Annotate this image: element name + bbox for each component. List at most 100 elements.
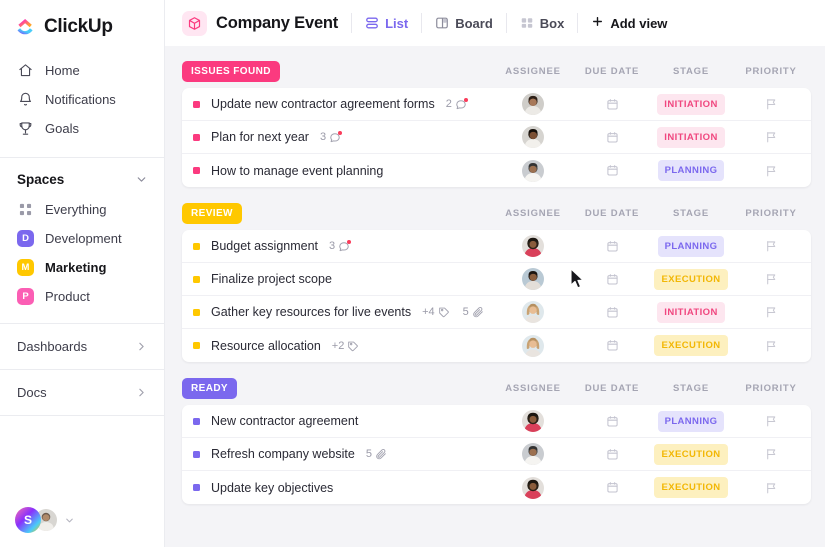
task-status-dot[interactable]	[193, 133, 200, 141]
calendar-icon[interactable]	[606, 448, 619, 461]
due-date-cell[interactable]	[573, 306, 651, 319]
due-date-cell[interactable]	[573, 164, 651, 177]
avatar[interactable]	[522, 410, 544, 432]
avatar[interactable]	[522, 476, 544, 499]
comment-count[interactable]: 3	[329, 240, 352, 252]
task-status-dot[interactable]	[193, 242, 200, 250]
chevron-down-icon[interactable]	[64, 515, 75, 526]
stage-badge[interactable]: EXECUTION	[654, 443, 728, 465]
stage-cell[interactable]: PLANNING	[651, 235, 731, 257]
workspace-avatar[interactable]: S	[15, 507, 41, 533]
column-header-due-date[interactable]: DUE DATE	[573, 66, 651, 77]
task-name[interactable]: Update new contractor agreement forms	[211, 97, 435, 111]
attachment-count[interactable]: 5	[366, 448, 387, 460]
priority-cell[interactable]	[731, 239, 811, 253]
stage-badge[interactable]: INITIATION	[657, 126, 725, 148]
task-name[interactable]: Update key objectives	[211, 481, 333, 495]
calendar-icon[interactable]	[606, 98, 619, 111]
assignee-cell[interactable]	[493, 126, 573, 148]
due-date-cell[interactable]	[573, 98, 651, 111]
task-name[interactable]: Gather key resources for live events	[211, 305, 411, 319]
task-status-dot[interactable]	[193, 100, 200, 108]
flag-icon[interactable]	[765, 130, 778, 144]
due-date-cell[interactable]	[573, 240, 651, 253]
assignee-cell[interactable]	[493, 159, 573, 182]
due-date-cell[interactable]	[573, 415, 651, 428]
sidebar-item-everything[interactable]: Everything	[0, 195, 164, 224]
tab-list[interactable]: List	[365, 16, 408, 31]
task-status-dot[interactable]	[193, 308, 200, 316]
column-header-assignee[interactable]: ASSIGNEE	[493, 66, 573, 77]
stage-badge[interactable]: EXECUTION	[654, 477, 728, 498]
column-header-priority[interactable]: PRIORITY	[731, 66, 811, 77]
priority-cell[interactable]	[731, 339, 811, 353]
stage-badge[interactable]: PLANNING	[657, 160, 725, 181]
flag-icon[interactable]	[765, 239, 778, 253]
avatar[interactable]	[522, 159, 544, 182]
column-header-priority[interactable]: PRIORITY	[731, 208, 811, 219]
sidebar-item-development[interactable]: D Development	[0, 224, 164, 253]
assignee-cell[interactable]	[493, 268, 573, 290]
calendar-icon[interactable]	[606, 339, 619, 352]
assignee-cell[interactable]	[493, 334, 573, 357]
assignee-cell[interactable]	[493, 410, 573, 432]
avatar[interactable]	[522, 334, 544, 357]
comment-count[interactable]: 2	[446, 98, 468, 110]
stage-cell[interactable]: EXECUTION	[651, 268, 731, 290]
priority-cell[interactable]	[731, 164, 811, 178]
sidebar-item-home[interactable]: Home	[0, 56, 164, 85]
assignee-cell[interactable]	[493, 476, 573, 499]
priority-cell[interactable]	[731, 447, 811, 461]
task-status-dot[interactable]	[193, 417, 200, 425]
sidebar-item-goals[interactable]: Goals	[0, 114, 164, 143]
assignee-cell[interactable]	[493, 443, 573, 465]
due-date-cell[interactable]	[573, 339, 651, 352]
add-view-button[interactable]: Add view	[591, 15, 667, 31]
brand[interactable]: ClickUp	[0, 0, 164, 52]
tab-box[interactable]: Box	[520, 16, 564, 31]
stage-cell[interactable]: EXECUTION	[651, 335, 731, 356]
stage-badge[interactable]: INITIATION	[657, 93, 725, 115]
task-status-dot[interactable]	[193, 275, 200, 283]
task-status-dot[interactable]	[193, 167, 200, 174]
task-status-dot[interactable]	[193, 484, 200, 491]
assignee-cell[interactable]	[493, 301, 573, 323]
stage-cell[interactable]: INITIATION	[651, 126, 731, 148]
sidebar-item-notifications[interactable]: Notifications	[0, 85, 164, 114]
column-header-stage[interactable]: STAGE	[651, 383, 731, 394]
stage-cell[interactable]: EXECUTION	[651, 443, 731, 465]
task-name[interactable]: How to manage event planning	[211, 164, 383, 178]
due-date-cell[interactable]	[573, 481, 651, 494]
table-row[interactable]: Resource allocation +2 EXECUTION	[182, 329, 811, 362]
comment-count[interactable]: 3	[320, 131, 343, 143]
priority-cell[interactable]	[731, 272, 811, 286]
table-row[interactable]: How to manage event planning PLANNING	[182, 154, 811, 187]
flag-icon[interactable]	[765, 164, 778, 178]
group-status-badge[interactable]: REVIEW	[182, 202, 242, 224]
priority-cell[interactable]	[731, 97, 811, 111]
column-header-priority[interactable]: PRIORITY	[731, 383, 811, 394]
priority-cell[interactable]	[731, 305, 811, 319]
task-name[interactable]: New contractor agreement	[211, 414, 358, 428]
task-name[interactable]: Plan for next year	[211, 130, 309, 144]
table-row[interactable]: Gather key resources for live events +4 5 I…	[182, 296, 811, 329]
table-row[interactable]: Budget assignment 3 PLANNING	[182, 230, 811, 263]
stage-cell[interactable]: INITIATION	[651, 301, 731, 323]
table-row[interactable]: Plan for next year 3 INITIATION	[182, 121, 811, 154]
avatar[interactable]	[522, 126, 544, 148]
calendar-icon[interactable]	[606, 481, 619, 494]
sidebar-item-product[interactable]: P Product	[0, 282, 164, 311]
stage-badge[interactable]: PLANNING	[657, 410, 725, 432]
stage-badge[interactable]: PLANNING	[657, 235, 725, 257]
sidebar-item-dashboards[interactable]: Dashboards	[0, 328, 164, 365]
flag-icon[interactable]	[765, 447, 778, 461]
attachment-count[interactable]: 5	[463, 306, 484, 318]
group-status-badge[interactable]: ISSUES FOUND	[182, 60, 280, 82]
avatar[interactable]	[522, 268, 544, 290]
table-row[interactable]: Finalize project scope EXECUTION	[182, 263, 811, 296]
flag-icon[interactable]	[765, 414, 778, 428]
column-header-assignee[interactable]: ASSIGNEE	[493, 383, 573, 394]
table-row[interactable]: Update key objectives EXECUTION	[182, 471, 811, 504]
stage-badge[interactable]: EXECUTION	[654, 268, 728, 290]
due-date-cell[interactable]	[573, 131, 651, 144]
